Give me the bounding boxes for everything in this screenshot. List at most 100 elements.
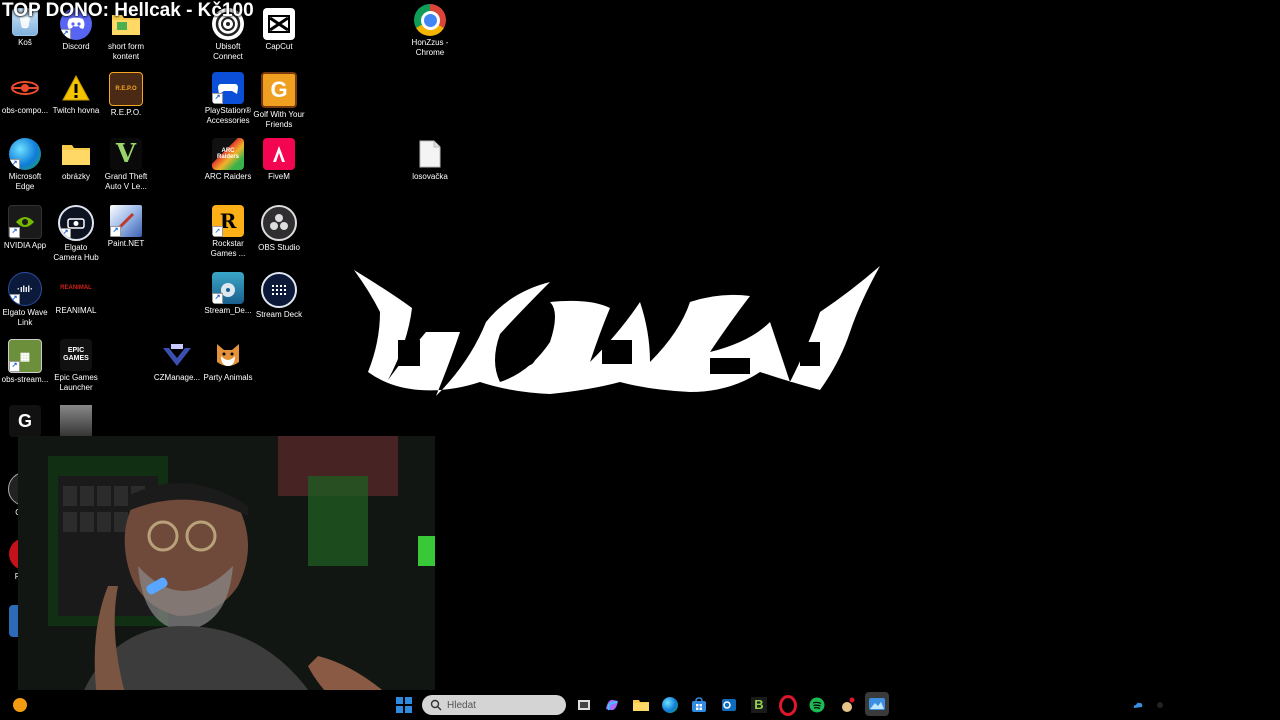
store-button[interactable] — [689, 695, 709, 715]
task-view-button[interactable] — [574, 695, 594, 715]
epic-label: Epic Games Launcher — [54, 373, 98, 392]
tray-icon-1[interactable] — [1128, 695, 1148, 715]
stream-deck-icon — [261, 272, 297, 308]
party-animals-shortcut[interactable]: Party Animals — [202, 339, 254, 383]
top-donation-overlay: TOP DONO: Hellcak - Kč100 — [2, 0, 254, 21]
czmanage-icon — [161, 339, 193, 371]
obs-compo-shortcut[interactable]: obs-compo... — [0, 72, 51, 116]
paintnet-shortcut[interactable]: ↗ Paint.NET — [100, 205, 152, 249]
active-app-button[interactable] — [865, 692, 889, 716]
stream-deck-shortcut[interactable]: Stream Deck — [253, 272, 305, 320]
edge-taskbar-button[interactable] — [660, 695, 680, 715]
onedrive-icon — [1133, 702, 1143, 708]
b-app-icon: B — [751, 697, 767, 713]
edge-icon: ↗ — [9, 138, 41, 170]
windows-icon — [396, 697, 412, 713]
folder-icon — [633, 700, 649, 711]
wave-link-icon: ·ılıl· ↗ — [8, 272, 42, 306]
game-taskbar-button[interactable] — [837, 695, 857, 715]
reanimal-label: REANIMAL — [55, 306, 97, 315]
chrome-profile-shortcut[interactable]: HonZzus - Chrome — [404, 4, 456, 58]
paintnet-label: Paint.NET — [107, 239, 145, 248]
arc-raiders-shortcut[interactable]: ARC Raiders ARC Raiders — [202, 138, 254, 182]
arc-raiders-icon: ARC Raiders — [212, 138, 244, 170]
file-explorer-button[interactable] — [631, 695, 651, 715]
golf-icon: G — [261, 72, 297, 108]
obs-compo-label: obs-compo... — [1, 106, 49, 115]
game-cover-icon — [60, 405, 92, 437]
app-b-button[interactable]: B — [749, 695, 769, 715]
taskbar-search-box[interactable]: Hledat — [422, 695, 566, 715]
nvidia-icon: ↗ — [8, 205, 42, 239]
epic-icon: EPIC GAMES — [60, 339, 92, 371]
obs-stream-shortcut[interactable]: ▦ ↗ obs-stream... — [0, 339, 51, 385]
ps-accessories-label: PlayStation® Accessories — [204, 106, 252, 125]
repo-icon: R.E.P.O — [109, 72, 143, 106]
obs-stream-icon: ▦ ↗ — [8, 339, 42, 373]
ps-accessories-shortcut[interactable]: ↗ PlayStation® Accessories — [202, 72, 254, 126]
outlook-button[interactable] — [719, 695, 739, 715]
gta-label: Grand Theft Auto V Le... — [104, 172, 148, 191]
search-placeholder: Hledat — [447, 699, 476, 711]
capcut-icon — [263, 8, 295, 40]
obs-studio-shortcut[interactable]: OBS Studio — [253, 205, 305, 253]
obs-studio-icon — [261, 205, 297, 241]
chrome-label: HonZzus - Chrome — [411, 38, 449, 57]
golf-shortcut[interactable]: G Golf With Your Friends — [253, 72, 305, 130]
gta-shortcut[interactable]: V Grand Theft Auto V Le... — [100, 138, 152, 192]
stream-deck-label: Stream Deck — [255, 310, 303, 319]
wave-link-shortcut[interactable]: ·ılıl· ↗ Elgato Wave Link — [0, 272, 51, 328]
obs-compo-icon — [9, 72, 41, 104]
golf-label: Golf With Your Friends — [253, 110, 305, 129]
opera-button[interactable] — [778, 694, 798, 716]
spotify-button[interactable] — [807, 695, 827, 715]
task-view-icon — [578, 700, 590, 710]
obs-studio-label: OBS Studio — [258, 243, 300, 252]
opera-icon — [779, 694, 797, 716]
folder-icon — [60, 138, 92, 170]
game-icon — [842, 697, 855, 712]
czmanage-label: CZManage... — [153, 373, 201, 382]
paintnet-icon: ↗ — [110, 205, 142, 237]
start-button[interactable] — [394, 695, 414, 715]
capcut-shortcut[interactable]: CapCut — [253, 8, 305, 52]
rockstar-icon: R ↗ — [212, 205, 244, 237]
tray-dot-icon — [1157, 702, 1163, 708]
tray-app-icon[interactable] — [10, 695, 30, 715]
game-cover-shortcut[interactable] — [50, 405, 102, 439]
spotify-icon — [809, 697, 825, 713]
camera-hub-icon: ↗ — [58, 205, 94, 241]
fivem-label: FiveM — [268, 172, 290, 181]
nvidia-label: NVIDIA App — [3, 241, 47, 250]
fivem-shortcut[interactable]: FiveM — [253, 138, 305, 182]
stream-de-shortcut[interactable]: ↗ Stream_De... — [202, 272, 254, 316]
reanimal-icon: REANIMAL — [60, 272, 92, 304]
edge-shortcut[interactable]: ↗ Microsoft Edge — [0, 138, 51, 192]
stream-de-label: Stream_De... — [204, 306, 252, 315]
arc-raiders-label: ARC Raiders — [204, 172, 252, 181]
warning-icon — [60, 72, 92, 104]
losovacka-shortcut[interactable]: losovačka — [404, 138, 456, 182]
obrazky-shortcut[interactable]: obrázky — [50, 138, 102, 182]
repo-shortcut[interactable]: R.E.P.O R.E.P.O. — [100, 72, 152, 118]
copilot-button[interactable] — [602, 695, 622, 715]
obrazky-label: obrázky — [61, 172, 90, 181]
nvidia-shortcut[interactable]: ↗ NVIDIA App — [0, 205, 51, 251]
tray-icon-2[interactable] — [1150, 695, 1170, 715]
epic-shortcut[interactable]: EPIC GAMES Epic Games Launcher — [50, 339, 102, 393]
recycle-bin-label: Koš — [18, 38, 32, 47]
stream-de-icon: ↗ — [212, 272, 244, 304]
capcut-label: CapCut — [265, 42, 293, 51]
reanimal-shortcut[interactable]: REANIMAL REANIMAL — [50, 272, 102, 316]
twitch-hovna-label: Twitch hovna — [52, 106, 100, 115]
short-form-label: short form kontent — [107, 42, 144, 61]
czmanage-shortcut[interactable]: CZManage... — [151, 339, 203, 383]
obs-stream-label: obs-stream... — [1, 375, 49, 384]
rockstar-shortcut[interactable]: R ↗ Rockstar Games ... — [202, 205, 254, 259]
repo-label: R.E.P.O. — [110, 108, 142, 117]
search-icon — [430, 699, 442, 711]
ubisoft-label: Ubisoft Connect — [213, 42, 243, 61]
twitch-hovna-shortcut[interactable]: Twitch hovna — [50, 72, 102, 116]
ps-accessories-icon: ↗ — [212, 72, 244, 104]
elgato-camera-shortcut[interactable]: ↗ Elgato Camera Hub — [50, 205, 102, 263]
